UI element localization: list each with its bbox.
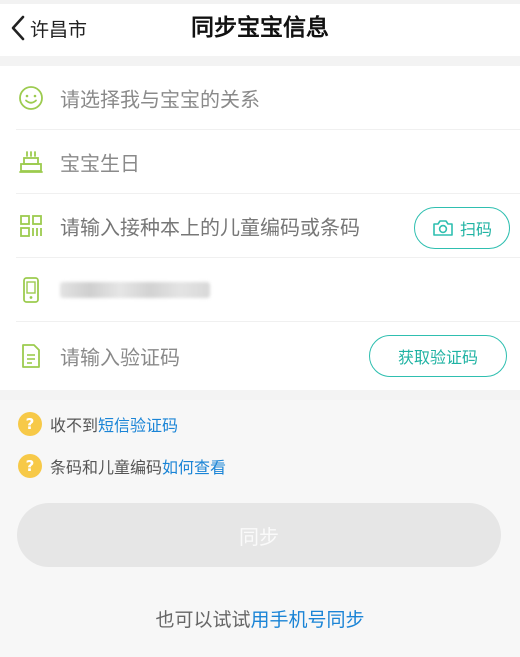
alt-sync-hint: 也可以试试用手机号同步 — [0, 605, 520, 632]
phone-icon — [17, 276, 45, 304]
scan-button[interactable]: 扫码 — [414, 207, 510, 249]
sync-label: 同步 — [239, 524, 279, 549]
section-gap — [0, 56, 520, 66]
camera-icon — [432, 219, 454, 237]
help-sms-prefix: 收不到 — [50, 416, 99, 435]
back-button[interactable]: 许昌市 — [10, 8, 87, 48]
phone-field[interactable] — [0, 258, 520, 322]
sync-button[interactable]: 同步 — [17, 503, 501, 567]
back-label: 许昌市 — [30, 18, 88, 41]
get-code-label: 获取验证码 — [397, 348, 478, 367]
birthday-field[interactable]: 宝宝生日 — [0, 130, 520, 194]
birthday-placeholder: 宝宝生日 — [60, 151, 140, 176]
sync-form: 请选择我与宝宝的关系 宝宝生日 请输入接种本上的儿童编码或条码 扫码 请输入验证… — [0, 66, 520, 390]
question-icon: ? — [18, 454, 42, 478]
phone-sync-link[interactable]: 用手机号同步 — [251, 609, 365, 631]
smiley-icon — [17, 84, 45, 112]
alt-prefix: 也可以试试 — [155, 609, 251, 631]
help-barcode: ? 条码和儿童编码 如何查看 — [18, 454, 226, 478]
chevron-left-icon — [10, 14, 26, 42]
verify-field[interactable]: 请输入验证码 获取验证码 — [0, 322, 520, 390]
help-barcode-prefix: 条码和儿童编码 — [50, 458, 163, 477]
verify-placeholder: 请输入验证码 — [60, 345, 180, 370]
scan-label: 扫码 — [459, 220, 492, 239]
help-sms: ? 收不到 短信验证码 — [18, 412, 178, 436]
relation-field[interactable]: 请选择我与宝宝的关系 — [0, 66, 520, 130]
get-code-button[interactable]: 获取验证码 — [369, 335, 507, 377]
document-icon — [17, 342, 45, 370]
question-icon: ? — [18, 412, 42, 436]
relation-placeholder: 请选择我与宝宝的关系 — [60, 87, 260, 112]
section-gap — [0, 390, 520, 400]
qr-code-icon — [17, 212, 45, 240]
sms-help-link[interactable]: 短信验证码 — [98, 412, 178, 436]
phone-number-obscured — [60, 282, 210, 298]
code-field[interactable]: 请输入接种本上的儿童编码或条码 扫码 — [0, 194, 520, 258]
cake-icon — [17, 148, 45, 176]
barcode-help-link[interactable]: 如何查看 — [162, 454, 226, 478]
code-placeholder: 请输入接种本上的儿童编码或条码 — [60, 215, 360, 240]
bottom-section: ? 收不到 短信验证码 ? 条码和儿童编码 如何查看 同步 也可以试试用手机号同步 — [0, 400, 520, 657]
header: 许昌市 同步宝宝信息 — [0, 4, 520, 56]
